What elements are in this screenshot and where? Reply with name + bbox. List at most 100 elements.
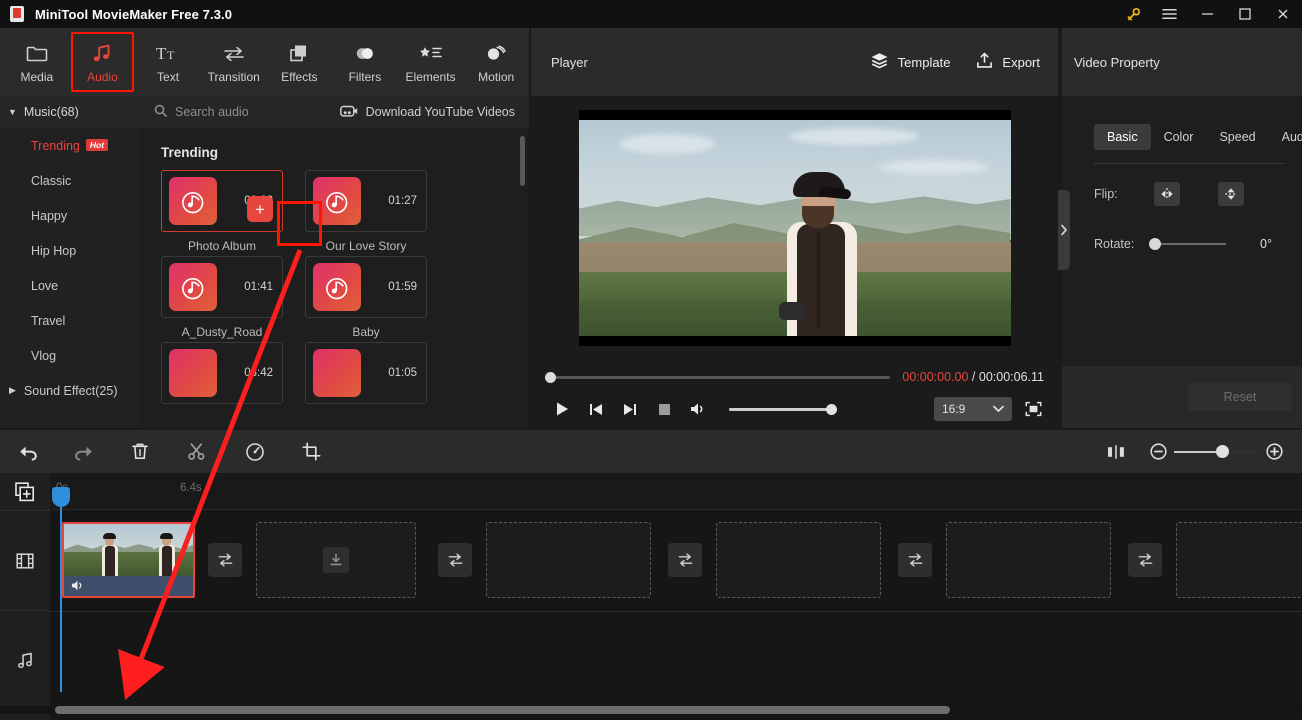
audio-duration: 03:42 bbox=[244, 367, 273, 379]
volume-small-icon[interactable] bbox=[70, 579, 85, 596]
rotate-slider[interactable] bbox=[1149, 238, 1226, 250]
ribbon-label-filters: Filters bbox=[348, 70, 382, 84]
ribbon-tab-elements[interactable]: Elements bbox=[398, 32, 464, 92]
playhead-knob[interactable] bbox=[545, 371, 556, 383]
video-preview[interactable] bbox=[578, 110, 1011, 346]
next-frame-icon[interactable] bbox=[613, 396, 647, 422]
timeline-placeholder-1[interactable] bbox=[256, 522, 416, 598]
volume-slider[interactable] bbox=[729, 403, 837, 415]
stop-icon[interactable] bbox=[647, 396, 681, 422]
timeline-horizontal-scrollbar[interactable] bbox=[55, 706, 950, 714]
audio-card-partial-1[interactable]: 03:42 bbox=[161, 342, 283, 404]
audio-duration: 01:59 bbox=[388, 281, 417, 293]
speedometer-icon[interactable] bbox=[227, 430, 283, 473]
category-happy[interactable]: Happy bbox=[0, 198, 139, 233]
ribbon-tab-transition[interactable]: Transition bbox=[201, 32, 267, 92]
minimize-icon[interactable] bbox=[1188, 0, 1226, 28]
tab-audio[interactable]: Audio bbox=[1269, 124, 1302, 150]
transition-slot-1[interactable] bbox=[208, 543, 242, 577]
category-label-happy: Happy bbox=[31, 208, 68, 223]
total-time: 00:00:06.11 bbox=[978, 370, 1044, 384]
undo-arrow-icon[interactable] bbox=[0, 430, 56, 473]
timeline-placeholder-2[interactable] bbox=[486, 522, 651, 598]
key-icon[interactable] bbox=[1116, 0, 1150, 28]
category-vlog[interactable]: Vlog bbox=[0, 338, 139, 373]
audio-card-photo-album[interactable]: 00:22 + Photo Album bbox=[161, 170, 283, 253]
download-youtube-button[interactable]: Download YouTube Videos bbox=[339, 96, 529, 128]
category-label-travel: Travel bbox=[31, 313, 66, 328]
sound-effect-group[interactable]: ▶ Sound Effect(25) bbox=[0, 373, 139, 408]
zoom-out-icon[interactable] bbox=[1144, 430, 1172, 473]
reset-button[interactable]: Reset bbox=[1188, 383, 1292, 411]
volume-knob[interactable] bbox=[826, 403, 837, 415]
audio-card-a-dusty-road[interactable]: 01:41 A_Dusty_Road bbox=[161, 256, 283, 339]
playback-seek-bar[interactable] bbox=[545, 371, 891, 383]
music-group-header[interactable]: ▼ Music(68) bbox=[0, 96, 139, 128]
timeline-zoom-slider[interactable] bbox=[1174, 444, 1258, 458]
audio-duration: 01:41 bbox=[244, 281, 273, 293]
maximize-icon[interactable] bbox=[1226, 0, 1264, 28]
export-button[interactable]: Export bbox=[976, 52, 1040, 72]
ribbon-tab-filters[interactable]: Filters bbox=[332, 32, 398, 92]
fullscreen-icon[interactable] bbox=[1012, 401, 1042, 417]
ribbon-tab-audio[interactable]: Audio bbox=[70, 32, 136, 92]
zoom-in-icon[interactable] bbox=[1260, 430, 1288, 473]
ribbon-label-elements: Elements bbox=[405, 70, 456, 84]
add-audio-button[interactable]: + bbox=[247, 196, 273, 222]
player-title: Player bbox=[551, 54, 588, 70]
audio-name: Baby bbox=[352, 325, 380, 339]
category-classic[interactable]: Classic bbox=[0, 163, 139, 198]
ribbon-tab-text[interactable]: TT Text bbox=[135, 32, 201, 92]
ribbon-tab-motion[interactable]: Motion bbox=[463, 32, 529, 92]
category-trending[interactable]: Trending Hot bbox=[0, 128, 139, 163]
timeline-clip-selected[interactable] bbox=[62, 522, 195, 598]
category-love[interactable]: Love bbox=[0, 268, 139, 303]
play-icon[interactable] bbox=[545, 396, 579, 422]
flip-vertical-icon[interactable] bbox=[1218, 182, 1244, 206]
transition-slot-4[interactable] bbox=[898, 543, 932, 577]
add-media-icon[interactable] bbox=[0, 473, 50, 510]
zoom-knob[interactable] bbox=[1216, 444, 1229, 458]
timeline-placeholder-5[interactable] bbox=[1176, 522, 1302, 598]
transition-slot-2[interactable] bbox=[438, 543, 472, 577]
flip-horizontal-icon[interactable] bbox=[1154, 182, 1180, 206]
template-button[interactable]: Template bbox=[870, 52, 951, 72]
crop-icon[interactable] bbox=[283, 430, 339, 473]
player-controls: 16:9 bbox=[531, 384, 1058, 422]
category-hiphop[interactable]: Hip Hop bbox=[0, 233, 139, 268]
tab-color[interactable]: Color bbox=[1151, 124, 1207, 150]
ribbon-tab-media[interactable]: Media bbox=[4, 32, 70, 92]
motion-ball-icon bbox=[484, 40, 508, 66]
category-travel[interactable]: Travel bbox=[0, 303, 139, 338]
panel-collapse-handle[interactable] bbox=[1058, 190, 1070, 270]
timeline-ruler[interactable]: 0s 6.4s bbox=[50, 473, 1302, 692]
timeline-placeholder-4[interactable] bbox=[946, 522, 1111, 598]
redo-arrow-icon[interactable] bbox=[56, 430, 112, 473]
library-scrollbar[interactable] bbox=[520, 136, 525, 186]
volume-icon[interactable] bbox=[681, 396, 715, 422]
aspect-ratio-select[interactable]: 16:9 bbox=[934, 397, 1012, 421]
transition-slot-3[interactable] bbox=[668, 543, 702, 577]
timeline-toolbar bbox=[0, 430, 1302, 473]
rotate-knob[interactable] bbox=[1149, 238, 1161, 250]
close-icon[interactable] bbox=[1264, 0, 1302, 28]
hamburger-menu-icon[interactable] bbox=[1150, 0, 1188, 28]
audio-track[interactable] bbox=[50, 611, 1302, 711]
timeline-placeholder-3[interactable] bbox=[716, 522, 881, 598]
template-label: Template bbox=[897, 54, 951, 70]
trash-icon[interactable] bbox=[112, 430, 168, 473]
ribbon-tab-effects[interactable]: Effects bbox=[267, 32, 333, 92]
tab-speed[interactable]: Speed bbox=[1206, 124, 1268, 150]
scissors-icon[interactable] bbox=[168, 430, 224, 473]
previous-frame-icon[interactable] bbox=[579, 396, 613, 422]
transition-slot-5[interactable] bbox=[1128, 543, 1162, 577]
tab-basic[interactable]: Basic bbox=[1094, 124, 1151, 150]
split-view-icon[interactable] bbox=[1088, 430, 1144, 473]
audio-card-our-love-story[interactable]: 01:27 Our Love Story bbox=[305, 170, 427, 253]
audio-card-partial-2[interactable]: 01:05 bbox=[305, 342, 427, 404]
audio-name: Our Love Story bbox=[325, 239, 407, 253]
search-audio-input[interactable]: Search audio bbox=[139, 96, 340, 128]
audio-card-baby[interactable]: 01:59 Baby bbox=[305, 256, 427, 339]
audio-name: A_Dusty_Road bbox=[181, 325, 263, 339]
playhead-handle[interactable] bbox=[52, 487, 70, 507]
